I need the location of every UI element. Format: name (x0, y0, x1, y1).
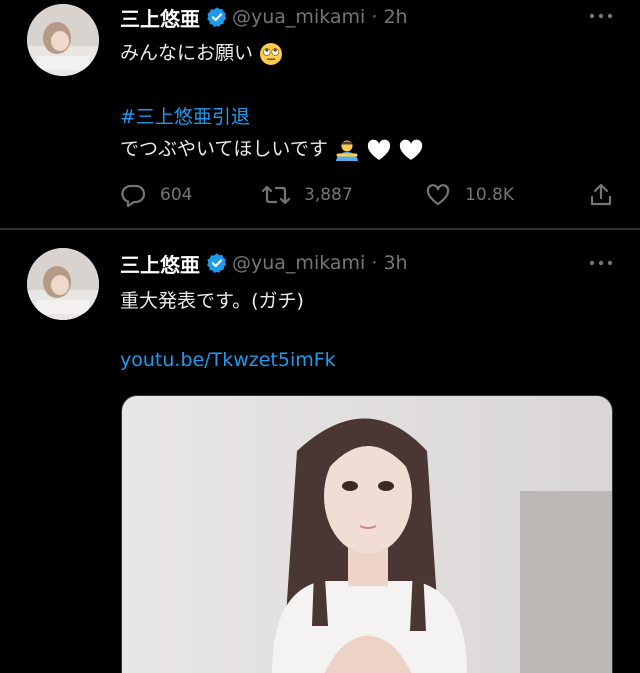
tweet-text-line: みんなにお願い (120, 38, 283, 66)
timestamp[interactable]: 2h (383, 6, 407, 28)
tweet-text: みんなにお願い (120, 42, 254, 64)
timestamp[interactable]: 3h (383, 252, 407, 274)
tweet-divider (0, 228, 640, 230)
youtube-link[interactable]: youtu.be/Tkwzet5imFk (120, 349, 336, 371)
retweet-button[interactable]: 3,887 (262, 183, 353, 207)
person-bowing-emoji (335, 140, 358, 161)
verified-badge-icon (207, 253, 227, 274)
tweet-text: でつぶやいてほしいです (120, 138, 328, 160)
avatar[interactable] (27, 248, 99, 320)
like-icon (426, 184, 450, 206)
tweet[interactable]: 三上悠亜 @yua_mikami · 2h みんなにお願い #三上悠亜引退 でつ… (0, 0, 640, 228)
reply-count: 604 (160, 185, 193, 205)
tweet-text-line: でつぶやいてほしいです (120, 134, 424, 162)
more-icon[interactable] (588, 258, 614, 268)
avatar[interactable] (27, 4, 99, 76)
avatar-photo (27, 248, 99, 320)
share-icon (590, 183, 612, 206)
rolling-eyes-emoji (260, 42, 283, 65)
separator-dot: · (365, 6, 384, 28)
video-preview-card[interactable] (121, 395, 613, 673)
handle[interactable]: @yua_mikami (232, 252, 365, 274)
reply-button[interactable]: 604 (120, 183, 192, 207)
tweet-header: 三上悠亜 @yua_mikami · 3h (120, 248, 408, 278)
video-thumbnail (122, 396, 612, 673)
action-bar: 604 3,887 10.8K (120, 180, 620, 210)
separator-dot: · (365, 252, 384, 274)
verified-badge-icon (207, 7, 227, 28)
retweet-icon (262, 185, 290, 205)
more-icon[interactable] (588, 11, 614, 21)
hashtag-link[interactable]: #三上悠亜引退 (120, 102, 250, 129)
white-heart-emoji (399, 139, 423, 160)
white-heart-emoji (367, 139, 391, 160)
share-button[interactable] (590, 183, 626, 207)
retweet-count: 3,887 (304, 185, 353, 205)
display-name[interactable]: 三上悠亜 (120, 3, 200, 32)
tweet-header: 三上悠亜 @yua_mikami · 2h (120, 2, 408, 32)
reply-icon (121, 184, 146, 207)
like-count: 10.8K (465, 185, 514, 205)
like-button[interactable]: 10.8K (425, 183, 514, 207)
handle[interactable]: @yua_mikami (232, 6, 365, 28)
avatar-photo (27, 4, 99, 76)
display-name[interactable]: 三上悠亜 (120, 249, 200, 278)
tweet-text: 重大発表です。(ガチ) (120, 290, 304, 312)
